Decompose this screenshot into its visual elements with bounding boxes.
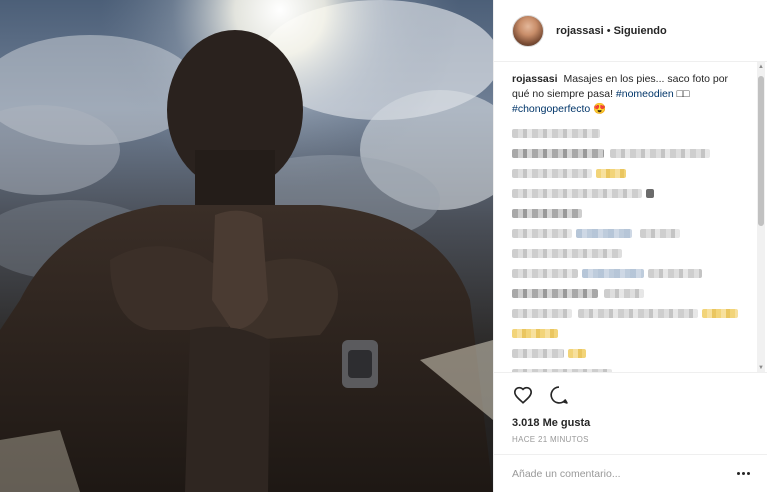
blurred-comment: [512, 223, 744, 243]
post-header: rojassasi • Siguiendo: [494, 0, 767, 62]
speech-bubble-icon: [550, 386, 568, 404]
action-icons: [512, 383, 750, 407]
comment-input[interactable]: [512, 467, 734, 480]
caption-username[interactable]: rojassasi: [512, 73, 558, 85]
more-options-icon[interactable]: [734, 467, 752, 481]
scroll-up-arrow-icon[interactable]: ▲: [757, 62, 765, 71]
post-timestamp[interactable]: HACE 21 MINUTOS: [512, 435, 750, 444]
blurred-comment: [512, 123, 744, 143]
post-sidebar: rojassasi • Siguiendo rojassasi Masajes …: [493, 0, 767, 492]
blurred-comment: [512, 263, 744, 283]
scrollbar-thumb[interactable]: [758, 76, 764, 226]
caption-glyphs: □□: [676, 88, 690, 100]
header-text: rojassasi • Siguiendo: [556, 25, 667, 37]
post-photo[interactable]: [0, 0, 493, 492]
blurred-comment: [512, 183, 744, 203]
blurred-comment: [512, 323, 744, 343]
post-actions: 3.018 Me gusta HACE 21 MINUTOS: [494, 372, 767, 454]
blurred-comment: [512, 163, 744, 183]
comment-button[interactable]: [548, 384, 570, 406]
header-separator: •: [606, 24, 611, 37]
header-username[interactable]: rojassasi: [556, 25, 604, 37]
blurred-comment: [512, 283, 744, 303]
hashtag-link[interactable]: #chongoperfecto: [512, 103, 590, 115]
hashtag-link[interactable]: #nomeodien: [616, 88, 674, 100]
comment-form: [494, 454, 767, 492]
photo-illustration: [0, 0, 493, 492]
avatar[interactable]: [512, 14, 544, 47]
scroll-down-arrow-icon[interactable]: ▼: [757, 363, 765, 372]
blurred-comment: [512, 343, 744, 363]
heart-outline-icon: [513, 386, 533, 404]
comments-list[interactable]: rojassasi Masajes en los pies... saco fo…: [494, 62, 760, 372]
blurred-comment: [512, 143, 744, 163]
heart-eyes-emoji: 😍: [593, 103, 607, 115]
following-button[interactable]: Siguiendo: [614, 25, 667, 37]
blurred-comment: [512, 243, 744, 263]
like-button[interactable]: [512, 384, 534, 406]
likes-count[interactable]: 3.018 Me gusta: [512, 417, 750, 429]
blurred-comment: [512, 203, 744, 223]
comments-scrollbar[interactable]: ▲ ▼: [757, 62, 765, 372]
blurred-comment: [512, 303, 744, 323]
blurred-comments: [512, 123, 744, 372]
blurred-comment: [512, 363, 744, 372]
post-caption: rojassasi Masajes en los pies... saco fo…: [512, 72, 744, 117]
